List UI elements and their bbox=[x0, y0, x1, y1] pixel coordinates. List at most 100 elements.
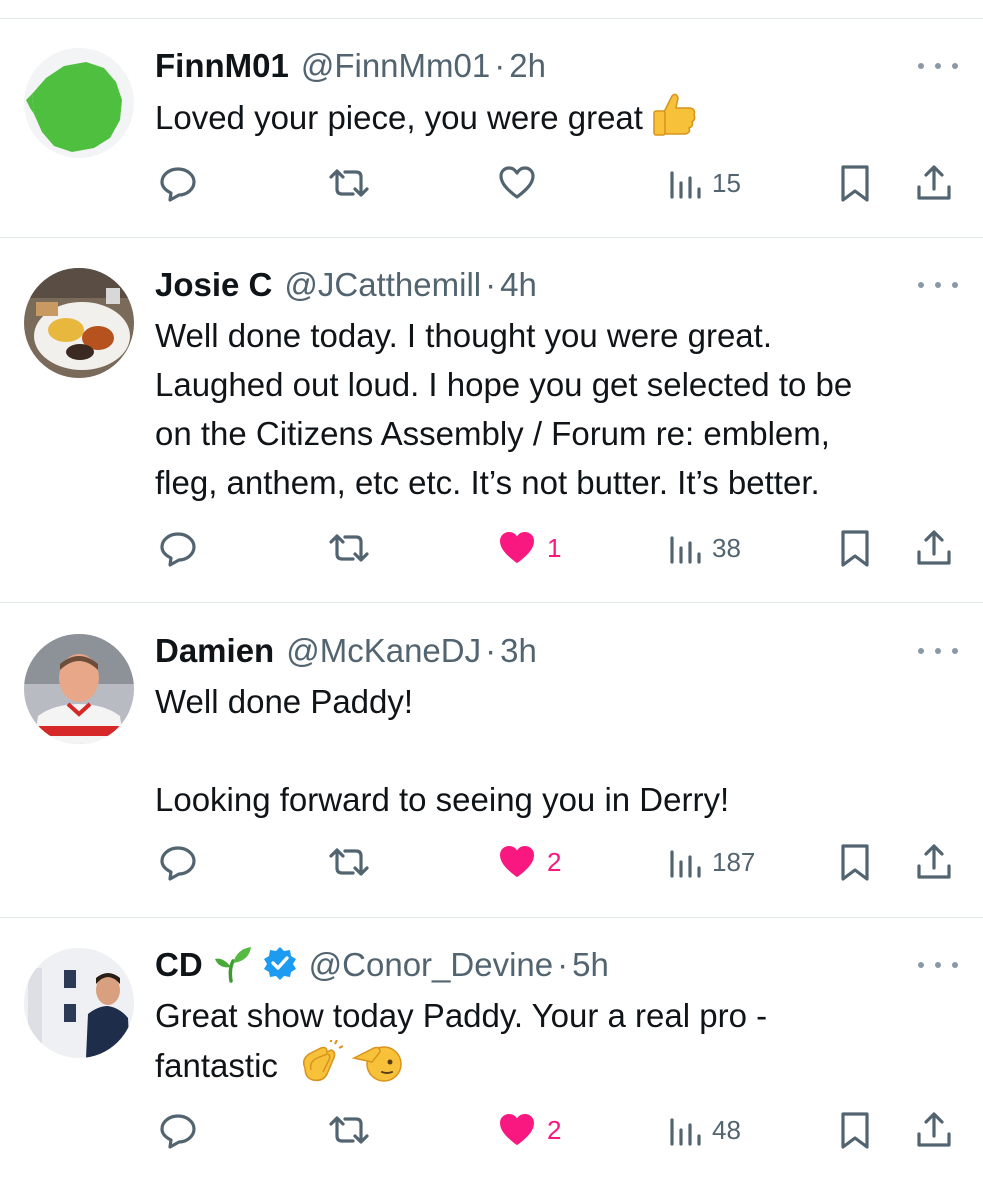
dot-icon bbox=[935, 962, 941, 968]
heart-filled-icon bbox=[500, 1114, 534, 1145]
separator-dot: · bbox=[485, 632, 497, 669]
tweet-text-line: Well done today. I thought you were grea… bbox=[155, 317, 772, 354]
man-in-jersey-avatar-image bbox=[24, 634, 134, 744]
more-options-button[interactable] bbox=[918, 641, 958, 661]
heart-filled-icon bbox=[500, 846, 534, 877]
display-name[interactable]: CD bbox=[155, 946, 203, 984]
like-button[interactable]: 2 bbox=[497, 837, 561, 887]
verified-badge-icon[interactable] bbox=[263, 946, 297, 985]
share-button[interactable] bbox=[914, 523, 954, 573]
user-handle[interactable]: @Conor_Devine bbox=[309, 946, 553, 984]
views-button[interactable]: 187 bbox=[668, 837, 755, 887]
retweet-button[interactable] bbox=[327, 158, 371, 208]
dot-icon bbox=[918, 63, 924, 69]
tweet-text-line: Laughed out loud. I hope you get selecte… bbox=[155, 366, 853, 403]
timestamp[interactable]: 3h bbox=[500, 632, 537, 670]
views-button[interactable]: 38 bbox=[668, 523, 741, 573]
share-button[interactable] bbox=[914, 837, 954, 887]
reply-button[interactable] bbox=[158, 523, 198, 573]
bookmark-button[interactable] bbox=[838, 523, 872, 573]
timestamp[interactable]: 4h bbox=[500, 266, 537, 304]
tweet-text: Well done today. I thought you were grea… bbox=[155, 311, 965, 507]
tweet-actions: 2 48 bbox=[0, 1105, 983, 1155]
display-name[interactable]: Damien bbox=[155, 632, 274, 670]
divider bbox=[0, 602, 983, 603]
retweet-button[interactable] bbox=[327, 523, 371, 573]
retweet-icon bbox=[329, 534, 369, 562]
seedling-icon bbox=[213, 943, 253, 988]
views-chart-icon bbox=[670, 536, 701, 564]
bookmark-icon bbox=[841, 165, 869, 202]
user-handle[interactable]: @FinnMm01 bbox=[301, 47, 490, 85]
views-button[interactable]: 48 bbox=[668, 1105, 741, 1155]
avatar[interactable] bbox=[24, 948, 134, 1058]
more-options-button[interactable] bbox=[918, 56, 958, 76]
views-chart-icon bbox=[670, 1118, 701, 1146]
thumbs-up-icon bbox=[652, 92, 698, 149]
timestamp[interactable]: 5h bbox=[572, 946, 609, 984]
reply-button[interactable] bbox=[158, 158, 198, 208]
like-button[interactable]: 2 bbox=[497, 1105, 561, 1155]
tweet-text-line: Great show today Paddy. Your a real pro … bbox=[155, 997, 768, 1034]
heart-outline-icon bbox=[499, 166, 535, 199]
dot-icon bbox=[952, 962, 958, 968]
saluting-face-icon bbox=[352, 1040, 402, 1097]
avatar[interactable] bbox=[24, 634, 134, 744]
reply-button[interactable] bbox=[158, 1105, 198, 1155]
dot-icon bbox=[918, 282, 924, 288]
divider bbox=[0, 237, 983, 238]
user-handle[interactable]: @McKaneDJ bbox=[286, 632, 481, 670]
tweet-text: Great show today Paddy. Your a real pro … bbox=[155, 991, 965, 1097]
reply-icon bbox=[160, 1114, 196, 1149]
heart-filled-icon bbox=[500, 532, 534, 563]
tweet-actions: 15 bbox=[0, 158, 983, 208]
views-chart-icon bbox=[670, 171, 701, 199]
dot-icon bbox=[935, 282, 941, 288]
bookmark-button[interactable] bbox=[838, 158, 872, 208]
reply-icon bbox=[160, 167, 196, 202]
share-button[interactable] bbox=[914, 158, 954, 208]
share-icon bbox=[917, 1112, 951, 1147]
display-name[interactable]: Josie C bbox=[155, 266, 272, 304]
retweet-button[interactable] bbox=[327, 1105, 371, 1155]
tweet-text-line: fantastic bbox=[155, 1047, 278, 1085]
share-icon bbox=[917, 844, 951, 879]
retweet-button[interactable] bbox=[327, 837, 371, 887]
views-count: 187 bbox=[712, 846, 756, 877]
user-handle[interactable]: @JCatthemill bbox=[284, 266, 481, 304]
tweet-text-line: Looking forward to seeing you in Derry! bbox=[155, 781, 730, 818]
share-icon bbox=[917, 530, 951, 565]
dot-icon bbox=[935, 648, 941, 654]
views-button[interactable]: 15 bbox=[668, 158, 741, 208]
reply-button[interactable] bbox=[158, 837, 198, 887]
bookmark-button[interactable] bbox=[838, 1105, 872, 1155]
like-count: 2 bbox=[547, 846, 562, 877]
timestamp[interactable]: 2h bbox=[509, 47, 546, 85]
like-count: 2 bbox=[547, 1114, 562, 1145]
tweet-text: Well done Paddy! Looking forward to seei… bbox=[155, 677, 965, 824]
tweet-text-line: on the Citizens Assembly / Forum re: emb… bbox=[155, 415, 830, 452]
bookmark-icon bbox=[841, 844, 869, 881]
views-count: 48 bbox=[712, 1114, 741, 1145]
reply-icon bbox=[160, 532, 196, 567]
tweet-header: CD @Conor_Devine · 5h bbox=[155, 943, 609, 987]
dot-icon bbox=[952, 648, 958, 654]
man-in-suit-avatar-image bbox=[24, 948, 134, 1058]
reply-icon bbox=[160, 846, 196, 881]
more-options-button[interactable] bbox=[918, 275, 958, 295]
bookmark-icon bbox=[841, 530, 869, 567]
like-button[interactable] bbox=[497, 158, 537, 208]
tweet-text-line: fleg, anthem, etc etc. It’s not butter. … bbox=[155, 464, 820, 501]
retweet-icon bbox=[329, 169, 369, 197]
more-options-button[interactable] bbox=[918, 955, 958, 975]
retweet-icon bbox=[329, 1116, 369, 1144]
like-button[interactable]: 1 bbox=[497, 523, 561, 573]
views-chart-icon bbox=[670, 850, 701, 878]
avatar[interactable] bbox=[24, 268, 134, 378]
share-button[interactable] bbox=[914, 1105, 954, 1155]
bookmark-button[interactable] bbox=[838, 837, 872, 887]
display-name[interactable]: FinnM01 bbox=[155, 47, 289, 85]
avatar[interactable] bbox=[24, 48, 134, 158]
tweet-header: Damien @McKaneDJ · 3h bbox=[155, 629, 537, 673]
